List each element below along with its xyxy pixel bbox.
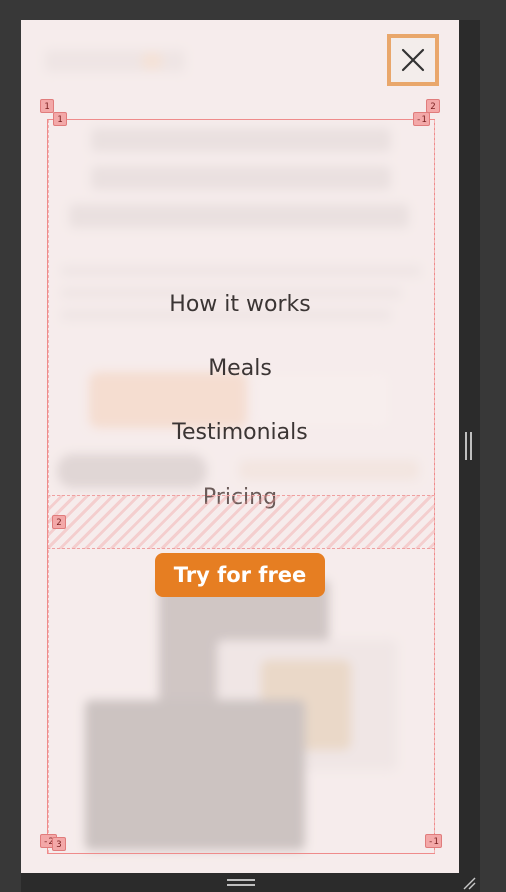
responsive-viewport: How it works Meals Testimonials Pricing … [21, 20, 459, 873]
resize-handle-right[interactable] [464, 432, 474, 460]
grid-overlay [47, 119, 435, 854]
resize-handle-bottom[interactable] [227, 879, 255, 887]
resize-corner-icon[interactable] [461, 876, 477, 890]
grid-line-number: 1 [40, 99, 54, 113]
grid-line-number: 2 [52, 515, 66, 529]
grid-line-number: -1 [425, 834, 442, 848]
close-icon [401, 48, 425, 72]
grid-line-number: 3 [52, 837, 66, 851]
grid-line [434, 120, 435, 853]
grid-line-number: 1 [53, 112, 67, 126]
grid-line-number: -1 [413, 112, 430, 126]
grid-line-number: 2 [426, 99, 440, 113]
grid-line [48, 120, 49, 853]
close-menu-button[interactable] [387, 34, 439, 86]
